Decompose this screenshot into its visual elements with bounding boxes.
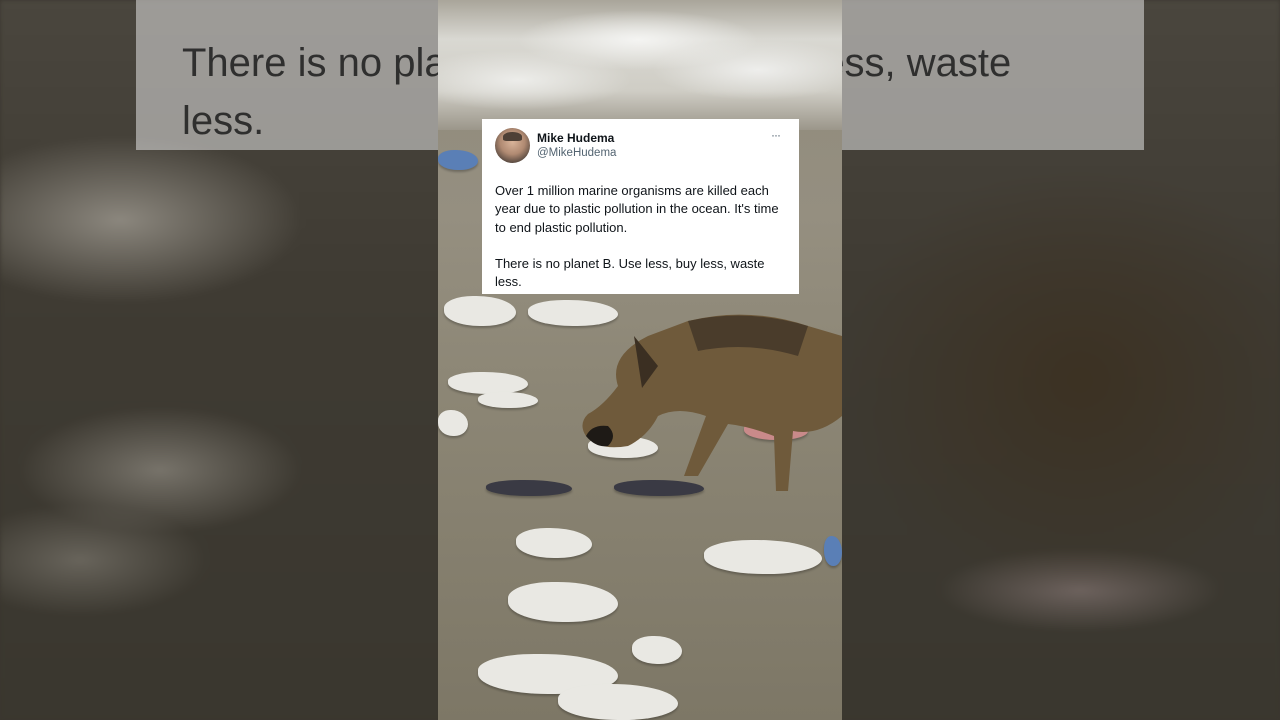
video-frame <box>438 0 842 720</box>
plastic-bag <box>438 150 478 170</box>
plastic-bottle <box>704 540 822 574</box>
plastic-bag <box>632 636 682 664</box>
dog-figure <box>582 314 842 491</box>
tweet-card[interactable]: Mike Hudema @MikeHudema ··· Over 1 milli… <box>482 119 799 294</box>
author-handle[interactable]: @MikeHudema <box>537 147 616 159</box>
tweet-body: Over 1 million marine organisms are kill… <box>495 182 785 310</box>
water-foam <box>438 0 842 130</box>
avatar[interactable] <box>495 128 530 163</box>
tweet-paragraph: There is no planet B. Use less, buy less… <box>495 256 765 290</box>
plastic-bag <box>508 582 618 622</box>
tweet-paragraph: Over 1 million marine organisms are kill… <box>495 183 779 235</box>
plastic-bag <box>438 410 468 436</box>
plastic-bag <box>478 392 538 408</box>
plastic-bag <box>558 684 678 720</box>
ellipsis-icon[interactable]: ··· <box>771 128 781 142</box>
debris <box>486 480 572 496</box>
plastic-bottle <box>516 528 592 558</box>
plastic-cap <box>824 536 842 566</box>
plastic-bag <box>448 372 528 394</box>
author-name[interactable]: Mike Hudema <box>537 131 614 145</box>
